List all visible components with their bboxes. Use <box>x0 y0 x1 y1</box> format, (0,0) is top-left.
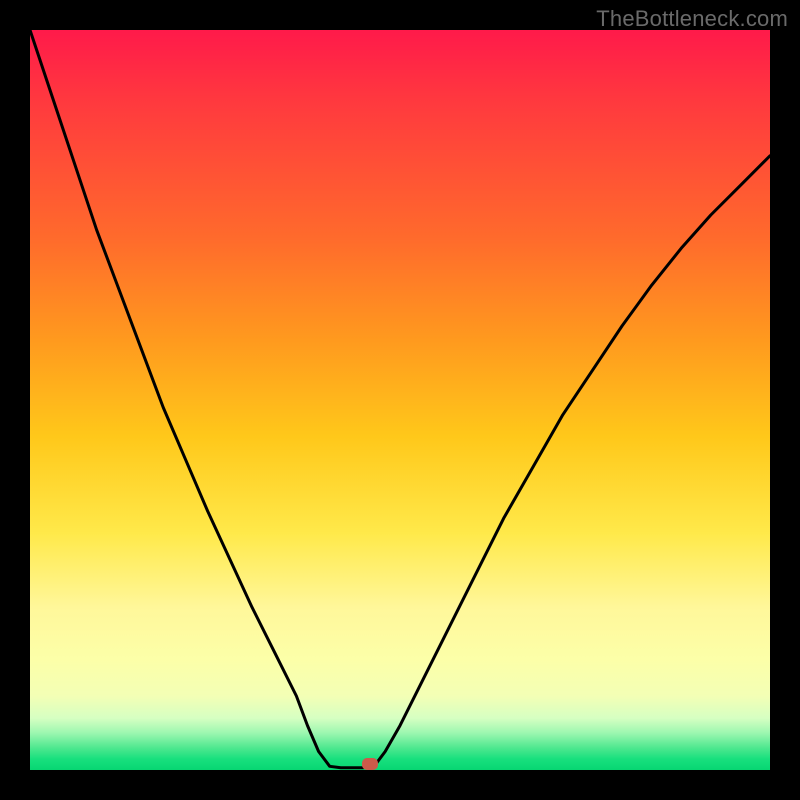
curve-layer <box>30 30 770 770</box>
current-point-marker <box>362 758 378 770</box>
plot-area <box>30 30 770 770</box>
chart-frame: TheBottleneck.com <box>0 0 800 800</box>
watermark-text: TheBottleneck.com <box>596 6 788 32</box>
bottleneck-curve <box>30 30 770 768</box>
